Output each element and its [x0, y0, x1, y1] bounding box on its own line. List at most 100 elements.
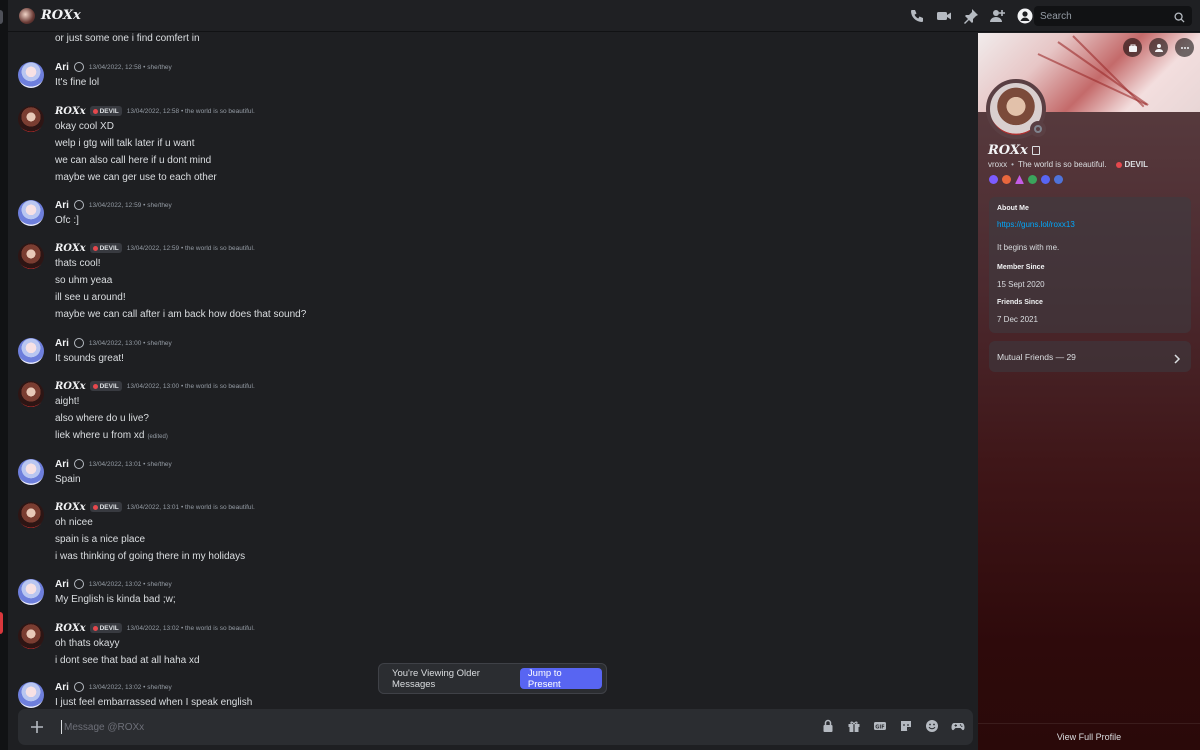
author-name[interactable]: ROXx — [55, 106, 86, 117]
phone-call-icon[interactable] — [908, 6, 926, 26]
message-line: so uhm yeaa — [55, 275, 113, 286]
about-label: About Me — [997, 205, 1029, 212]
tag-icon — [92, 245, 98, 251]
note-icon[interactable] — [1031, 146, 1040, 155]
message-input[interactable] — [64, 721, 764, 733]
message-line: maybe we can call after i am back how do… — [55, 309, 307, 320]
dm-header: ROXx — [8, 0, 1200, 32]
profile-badges — [989, 175, 1063, 184]
avatar[interactable] — [18, 682, 44, 708]
about-text: It begins with me. — [997, 243, 1060, 252]
dm-avatar[interactable] — [19, 7, 35, 24]
author-name[interactable]: Ari — [55, 579, 69, 590]
globe-icon — [73, 338, 84, 348]
add-friend-icon[interactable] — [989, 6, 1007, 26]
author-name[interactable]: Ari — [55, 338, 69, 349]
author-name[interactable]: ROXx — [55, 381, 86, 392]
badge-icon[interactable] — [1041, 175, 1050, 184]
member-since-value: 15 Sept 2020 — [997, 280, 1045, 289]
mutual-friends-row[interactable]: Mutual Friends — 29 — [989, 341, 1191, 372]
dm-title[interactable]: ROXx — [41, 8, 81, 23]
nitro-gift-icon[interactable] — [1123, 38, 1142, 57]
avatar[interactable] — [18, 381, 44, 407]
avatar[interactable] — [18, 623, 44, 649]
search-icon — [1174, 10, 1185, 28]
message-line: It's fine lol — [55, 77, 100, 88]
user-profile-icon[interactable] — [1016, 6, 1034, 26]
clan-tag[interactable]: DEVIL — [89, 106, 122, 116]
message-list[interactable]: or just some one i find comfert in Ari 13… — [8, 33, 978, 713]
friend-status-icon[interactable] — [1149, 38, 1168, 57]
emoji-icon[interactable] — [925, 719, 939, 733]
globe-icon — [73, 62, 84, 72]
globe-icon — [73, 200, 84, 210]
more-options-icon[interactable] — [1175, 38, 1194, 57]
mutual-friends-label: Mutual Friends — 29 — [997, 351, 1076, 362]
about-link[interactable]: https://guns.lol/roxx13 — [997, 220, 1075, 229]
author-name[interactable]: Ari — [55, 200, 69, 211]
author-name[interactable]: Ari — [55, 62, 69, 73]
profile-subline: vroxx • The world is so beautiful. DEVIL — [988, 160, 1148, 169]
clan-tag[interactable]: DEVIL — [89, 381, 122, 391]
video-call-icon[interactable] — [935, 6, 953, 26]
lock-icon[interactable] — [821, 719, 835, 733]
timestamp: 13/04/2022, 12:59 • the world is so beau… — [126, 244, 255, 252]
profile-username: vroxx — [988, 160, 1008, 169]
author-name[interactable]: ROXx — [55, 243, 86, 254]
author-name[interactable]: ROXx — [55, 502, 86, 513]
avatar[interactable] — [18, 200, 44, 226]
friends-since-label: Friends Since — [997, 299, 1043, 306]
avatar[interactable] — [18, 502, 44, 528]
badge-icon[interactable] — [1028, 175, 1037, 184]
jump-to-present-button[interactable]: Jump to Present — [519, 668, 602, 690]
author-name[interactable]: ROXx — [55, 623, 86, 634]
gif-icon[interactable]: GIF — [873, 719, 887, 733]
tag-icon — [92, 504, 98, 510]
avatar[interactable] — [18, 243, 44, 269]
search-input[interactable] — [1040, 10, 1170, 22]
message-line: or just some one i find comfert in — [55, 33, 200, 44]
chat-area: or just some one i find comfert in Ari 13… — [8, 33, 978, 750]
message-line: liek where u from xd (edited) — [55, 430, 168, 441]
message-line: thats cool! — [55, 258, 101, 269]
banner-art — [1037, 53, 1148, 106]
tag-icon — [1116, 161, 1123, 168]
message-line: spain is a nice place — [55, 534, 146, 545]
badge-icon[interactable] — [1002, 175, 1011, 184]
rail-indicator-alert — [0, 612, 3, 634]
message-line: Ofc :] — [55, 215, 79, 226]
svg-text:GIF: GIF — [875, 724, 884, 730]
header-actions — [908, 6, 1034, 26]
author-name[interactable]: Ari — [55, 682, 69, 693]
profile-panel: ROXx vroxx • The world is so beautiful. … — [978, 33, 1200, 750]
avatar[interactable] — [18, 62, 44, 88]
composer-actions: GIF — [821, 719, 965, 733]
pin-icon[interactable] — [962, 6, 980, 26]
profile-clan-tag[interactable]: DEVIL — [1116, 160, 1148, 169]
clan-tag[interactable]: DEVIL — [89, 502, 122, 512]
search-box[interactable] — [1034, 6, 1192, 26]
game-controller-icon[interactable] — [951, 719, 965, 733]
clan-tag[interactable]: DEVIL — [89, 243, 122, 253]
avatar[interactable] — [18, 459, 44, 485]
badge-icon[interactable] — [1054, 175, 1063, 184]
message-line: Spain — [55, 474, 81, 485]
gift-icon[interactable] — [847, 719, 861, 733]
sticker-icon[interactable] — [899, 719, 913, 733]
text-cursor — [61, 720, 62, 734]
badge-icon[interactable] — [989, 175, 998, 184]
view-full-profile-button[interactable]: View Full Profile — [978, 723, 1200, 750]
badge-icon[interactable] — [1015, 175, 1024, 184]
message-line: we can also call here if u dont mind — [55, 155, 212, 166]
offline-status-icon — [1030, 121, 1046, 137]
timestamp: 13/04/2022, 13:02 • she/they — [88, 683, 172, 691]
avatar[interactable] — [18, 338, 44, 364]
avatar[interactable] — [18, 579, 44, 605]
message-line: It sounds great! — [55, 353, 124, 364]
avatar[interactable] — [18, 106, 44, 132]
message-line: My English is kinda bad ;w; — [55, 594, 176, 605]
clan-tag[interactable]: DEVIL — [89, 623, 122, 633]
tag-icon — [92, 383, 98, 389]
upload-plus-icon[interactable] — [24, 714, 50, 740]
author-name[interactable]: Ari — [55, 459, 69, 470]
